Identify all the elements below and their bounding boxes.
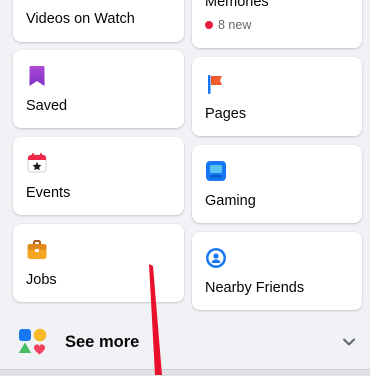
- shortcut-label: Videos on Watch: [26, 11, 135, 27]
- shapes-icon: [18, 328, 47, 355]
- shortcut-videos-on-watch[interactable]: Videos on Watch: [13, 0, 184, 42]
- shortcut-nearby-friends[interactable]: Nearby Friends: [192, 232, 362, 310]
- chevron-down-icon[interactable]: [342, 337, 356, 347]
- memories-badge-text: 8 new: [218, 18, 252, 32]
- shortcut-pages[interactable]: Pages: [192, 57, 362, 136]
- shortcut-label: Pages: [205, 106, 247, 122]
- shortcut-label: Nearby Friends: [205, 280, 305, 296]
- location-ring-icon: [206, 248, 226, 268]
- shortcut-label: Jobs: [26, 272, 57, 288]
- shortcut-label: Gaming: [205, 193, 256, 209]
- shortcut-memories[interactable]: Memories 8 new: [192, 0, 362, 48]
- shortcut-label: Events: [26, 185, 71, 201]
- shortcut-events[interactable]: Events: [13, 137, 184, 215]
- briefcase-icon: [27, 240, 47, 259]
- shortcut-label: Saved: [26, 98, 68, 114]
- calendar-star-icon: [27, 153, 47, 173]
- bookmark-icon: [29, 66, 45, 86]
- flag-icon: [208, 75, 222, 94]
- gaming-icon: [206, 161, 226, 181]
- shortcut-jobs[interactable]: Jobs: [13, 224, 184, 302]
- shortcut-saved[interactable]: Saved: [13, 50, 184, 128]
- see-more-button[interactable]: See more: [0, 313, 370, 369]
- shortcut-gaming[interactable]: Gaming: [192, 145, 362, 223]
- memories-new-badge: 8 new: [205, 18, 251, 32]
- shortcut-label: Memories: [205, 0, 269, 10]
- notification-dot-icon: [205, 21, 213, 29]
- see-more-label: See more: [65, 333, 140, 351]
